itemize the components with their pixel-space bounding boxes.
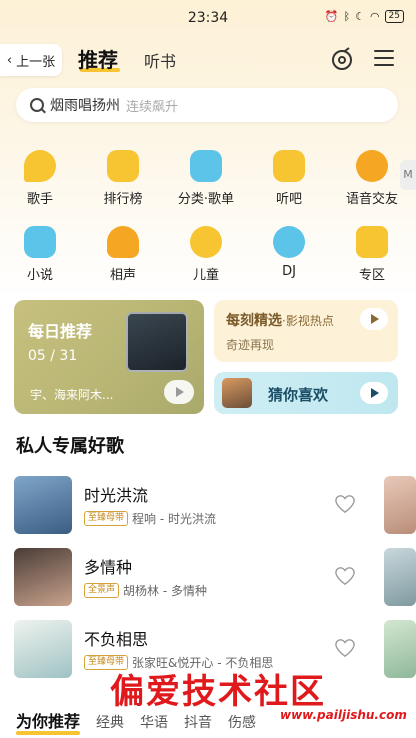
disc-icon bbox=[273, 226, 305, 258]
category-zone[interactable]: 专区 bbox=[342, 226, 402, 283]
heart-icon[interactable] bbox=[334, 566, 356, 586]
child-icon bbox=[190, 226, 222, 258]
tab-audiobooks[interactable]: 听书 bbox=[144, 48, 176, 72]
category-label: 儿童 bbox=[192, 268, 219, 283]
next-card-preview bbox=[384, 620, 416, 678]
song-row[interactable]: 时光洪流 至臻母带 程响 - 时光洪流 bbox=[14, 476, 404, 536]
heart-icon[interactable] bbox=[334, 638, 356, 658]
moment-heading: 每刻精选·影视热点 bbox=[226, 310, 334, 330]
wifi-icon: ◠ bbox=[369, 10, 380, 23]
song-cover bbox=[14, 476, 72, 534]
song-row[interactable]: 多情种 全景声 胡杨林 - 多情种 bbox=[14, 548, 404, 608]
guess-play-button[interactable] bbox=[360, 382, 388, 404]
category-label: 小说 bbox=[26, 268, 53, 283]
category-label: DJ bbox=[282, 264, 296, 279]
battery-icon: 25 bbox=[384, 10, 404, 23]
guess-thumbnail bbox=[222, 378, 252, 408]
moment-picks-card[interactable]: 每刻精选·影视热点 奇迹再现 bbox=[214, 300, 398, 362]
moment-tag: ·影视热点 bbox=[282, 314, 334, 328]
category-children[interactable]: 儿童 bbox=[176, 226, 236, 283]
play-icon bbox=[176, 387, 184, 397]
book-icon bbox=[24, 226, 56, 258]
song-title: 时光洪流 bbox=[84, 486, 149, 505]
radio-icon bbox=[273, 150, 305, 182]
daily-recommend-card[interactable]: 每日推荐 05 / 31 宇、海来阿木... bbox=[14, 300, 204, 414]
search-query: 烟雨唱扬州 bbox=[50, 98, 120, 114]
category-voice-chat[interactable]: 语音交友 bbox=[342, 150, 402, 207]
daily-cover-image bbox=[126, 312, 188, 372]
song-title: 不负相思 bbox=[84, 630, 149, 649]
category-crosstalk[interactable]: 相声 bbox=[93, 226, 153, 283]
daily-title: 每日推荐 bbox=[28, 322, 93, 341]
quality-badge: 至臻母带 bbox=[84, 511, 129, 526]
tab-classic[interactable]: 经典 bbox=[96, 712, 124, 732]
moment-subtitle: 奇迹再现 bbox=[226, 338, 275, 352]
category-playlists[interactable]: 分类·歌单 bbox=[176, 150, 236, 207]
singer-icon bbox=[24, 150, 56, 182]
song-artist: 程响 - 时光洪流 bbox=[132, 512, 216, 526]
search-suggestion: 连续飙升 bbox=[126, 99, 179, 115]
search-input[interactable]: 烟雨唱扬州 连续飙升 bbox=[16, 88, 398, 122]
category-label: 听吧 bbox=[275, 192, 302, 207]
chat-icon bbox=[356, 150, 388, 182]
category-label: 歌手 bbox=[26, 192, 53, 207]
bluetooth-icon: ᛒ bbox=[343, 10, 351, 23]
play-icon bbox=[371, 314, 379, 324]
category-label: 专区 bbox=[358, 268, 385, 283]
status-icons: ⏰ ᛒ ☾ ◠ 25 bbox=[325, 10, 404, 23]
moment-play-button[interactable] bbox=[360, 308, 388, 330]
watermark-text: 偏爱技术社区 bbox=[110, 672, 326, 712]
song-cover bbox=[14, 548, 72, 606]
grid-icon bbox=[356, 226, 388, 258]
back-label: 上一张 bbox=[16, 54, 56, 70]
moment-title: 每刻精选 bbox=[226, 313, 282, 329]
music-note-icon bbox=[190, 150, 222, 182]
daily-date: 05 / 31 bbox=[28, 348, 78, 364]
recognize-music-icon[interactable] bbox=[330, 46, 356, 72]
category-label: 语音交友 bbox=[345, 192, 398, 207]
category-novels[interactable]: 小说 bbox=[10, 226, 70, 283]
chart-icon bbox=[107, 150, 139, 182]
category-dj[interactable]: DJ bbox=[259, 226, 319, 279]
next-card-preview bbox=[384, 548, 416, 606]
song-cover bbox=[14, 620, 72, 678]
tab-sad[interactable]: 伤感 bbox=[228, 712, 256, 732]
daily-artist: 宇、海来阿木... bbox=[30, 388, 114, 402]
tab-chinese[interactable]: 华语 bbox=[140, 712, 168, 732]
search-icon bbox=[30, 98, 44, 112]
tab-recommend[interactable]: 推荐 bbox=[78, 44, 118, 73]
watermark-url: www.pailjishu.com bbox=[280, 708, 407, 722]
tab-for-you[interactable]: 为你推荐 bbox=[16, 708, 81, 735]
tab-douyin[interactable]: 抖音 bbox=[184, 712, 212, 732]
next-card-preview bbox=[384, 476, 416, 534]
quality-badge: 全景声 bbox=[84, 583, 120, 598]
side-floating-tab[interactable]: M bbox=[400, 160, 416, 190]
song-meta: 至臻母带 程响 - 时光洪流 bbox=[84, 510, 216, 527]
song-title: 多情种 bbox=[84, 558, 133, 577]
category-label: 相声 bbox=[109, 268, 136, 283]
heart-icon[interactable] bbox=[334, 494, 356, 514]
category-singer[interactable]: 歌手 bbox=[10, 150, 70, 207]
chevron-left-icon: ‹ bbox=[6, 52, 13, 68]
category-radio[interactable]: 听吧 bbox=[259, 150, 319, 207]
menu-icon[interactable] bbox=[374, 50, 394, 66]
play-icon bbox=[371, 388, 379, 398]
section-title: 私人专属好歌 bbox=[16, 436, 124, 457]
guess-you-like-card[interactable]: 猜你喜欢 bbox=[214, 372, 398, 414]
song-artist: 胡杨林 - 多情种 bbox=[123, 584, 207, 598]
back-button[interactable]: ‹ 上一张 bbox=[0, 44, 62, 76]
category-charts[interactable]: 排行榜 bbox=[93, 150, 153, 207]
daily-play-button[interactable] bbox=[164, 380, 194, 404]
alarm-icon: ⏰ bbox=[324, 10, 339, 23]
category-label: 排行榜 bbox=[103, 192, 143, 207]
guess-label: 猜你喜欢 bbox=[268, 386, 329, 404]
fan-icon bbox=[107, 226, 139, 258]
category-label: 分类·歌单 bbox=[177, 192, 235, 207]
moon-icon: ☾ bbox=[355, 10, 365, 23]
song-meta: 全景声 胡杨林 - 多情种 bbox=[84, 582, 207, 599]
